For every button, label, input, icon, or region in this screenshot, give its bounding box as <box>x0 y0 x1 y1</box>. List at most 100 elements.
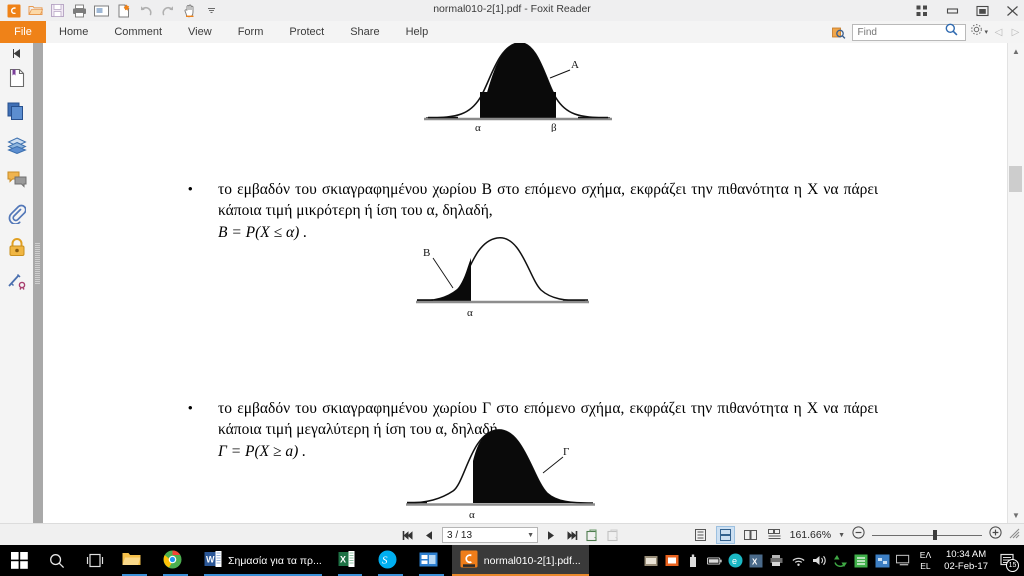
tray-display-icon[interactable] <box>895 553 911 568</box>
taskbar-search-button[interactable] <box>38 545 76 576</box>
find-next-button[interactable]: ▷ <box>1009 25 1022 40</box>
word-icon: W <box>204 550 222 571</box>
search-scope-icon[interactable] <box>831 25 846 40</box>
zoom-slider-thumb[interactable] <box>933 530 937 540</box>
sidebar-splitter[interactable] <box>33 43 43 533</box>
scroll-up-button[interactable]: ▲ <box>1008 43 1024 59</box>
tab-form[interactable]: Form <box>225 21 277 43</box>
vertical-scrollbar[interactable]: ▲ ▼ <box>1007 43 1024 523</box>
start-button[interactable] <box>0 545 38 576</box>
facing-view-icon[interactable] <box>742 527 759 543</box>
zoom-dropdown-icon[interactable]: ▼ <box>838 532 845 539</box>
expand-panel-icon[interactable] <box>0 43 33 63</box>
foxit-logo-icon[interactable] <box>4 2 23 20</box>
page-number-field[interactable]: 3 / 13 ▼ <box>442 527 538 543</box>
resize-grip-icon[interactable] <box>1009 526 1020 544</box>
chevron-down-icon[interactable]: ▼ <box>527 532 537 539</box>
restore-grid-icon[interactable] <box>914 3 930 19</box>
sidebar-item-layers[interactable] <box>4 131 30 165</box>
tab-file[interactable]: File <box>0 21 46 43</box>
tray-sync-icon[interactable] <box>833 553 848 568</box>
previous-page-icon[interactable] <box>421 527 437 543</box>
next-page-icon[interactable] <box>543 527 559 543</box>
tray-network-icon[interactable] <box>875 553 890 568</box>
skype-icon: S <box>378 550 397 572</box>
first-page-icon[interactable] <box>400 527 416 543</box>
tray-excel-icon[interactable]: X <box>749 553 764 568</box>
taskbar-word[interactable]: W Σημασία για τα πρ... <box>196 545 330 576</box>
tray-printer-icon[interactable] <box>770 553 785 568</box>
taskbar-excel[interactable]: X <box>330 545 370 576</box>
tray-onedrive-icon[interactable]: e <box>728 553 743 568</box>
zoom-in-icon[interactable] <box>989 526 1002 544</box>
gear-icon[interactable] <box>970 23 983 41</box>
email-icon[interactable] <box>92 2 111 20</box>
tray-notes-icon[interactable] <box>854 553 869 568</box>
figure-a-label: A <box>571 59 579 71</box>
language-indicator[interactable]: ΕΛ EL <box>920 550 931 572</box>
sidebar-item-bookmarks[interactable] <box>4 63 30 97</box>
tab-protect[interactable]: Protect <box>276 21 337 43</box>
sidebar-item-security[interactable] <box>4 233 30 267</box>
last-page-icon[interactable] <box>564 527 580 543</box>
taskbar-skype[interactable]: S <box>370 545 411 576</box>
rotate-view-icon[interactable] <box>585 527 601 543</box>
document-view[interactable]: A α β • το εμβαδόν του σκιαγραφημένου χω… <box>43 43 1008 523</box>
zoom-slider[interactable] <box>872 529 982 541</box>
taskbar-store[interactable] <box>411 545 452 576</box>
tray-security-icon[interactable] <box>665 553 680 568</box>
foxit-icon <box>460 550 478 571</box>
customize-caret-icon[interactable] <box>202 2 221 20</box>
sidebar-item-pages[interactable] <box>4 97 30 131</box>
copy-view-icon[interactable] <box>606 527 622 543</box>
page-navigation: 3 / 13 ▼ <box>400 524 622 546</box>
single-page-view-icon[interactable] <box>692 527 709 543</box>
search-settings[interactable]: ▾ <box>970 23 988 41</box>
security-panel-icon <box>8 238 26 262</box>
task-view-button[interactable] <box>76 545 114 576</box>
scrollbar-thumb[interactable] <box>1009 166 1022 192</box>
search-box[interactable] <box>852 23 967 41</box>
taskbar-file-explorer[interactable] <box>114 545 155 576</box>
sidebar-item-attachments[interactable] <box>4 199 30 233</box>
tray-battery-icon[interactable] <box>706 553 722 568</box>
tray-usb-icon[interactable] <box>686 553 701 568</box>
figure-b-tick-left: α <box>467 307 473 319</box>
sidebar-item-comments[interactable] <box>4 165 30 199</box>
tray-app-icon[interactable] <box>644 553 659 568</box>
continuous-view-icon[interactable] <box>715 526 735 544</box>
tab-help[interactable]: Help <box>393 21 442 43</box>
tab-home[interactable]: Home <box>46 21 101 43</box>
chevron-down-icon[interactable]: ▾ <box>984 28 988 36</box>
hand-tool-icon[interactable] <box>180 2 199 20</box>
continuous-facing-view-icon[interactable] <box>766 527 783 543</box>
tray-wifi-icon[interactable] <box>791 553 806 568</box>
new-document-icon[interactable] <box>114 2 133 20</box>
find-previous-button[interactable]: ◁ <box>992 25 1005 40</box>
svg-text:W: W <box>206 555 215 565</box>
save-icon[interactable] <box>48 2 67 20</box>
zoom-out-icon[interactable] <box>852 526 865 544</box>
taskbar-chrome[interactable] <box>155 545 196 576</box>
print-icon[interactable] <box>70 2 89 20</box>
search-icon[interactable] <box>945 23 958 41</box>
clock[interactable]: 10:34 AM 02-Feb-17 <box>944 549 988 573</box>
taskbar-foxit[interactable]: normal010-2[1].pdf... <box>451 545 589 576</box>
scroll-down-button[interactable]: ▼ <box>1008 507 1024 523</box>
notification-center-button[interactable]: 15 <box>998 550 1019 572</box>
redo-icon[interactable] <box>158 2 177 20</box>
close-icon[interactable] <box>1004 3 1020 19</box>
minimize-icon[interactable] <box>944 3 960 19</box>
splitter-grip[interactable] <box>35 243 40 285</box>
bullet-b: • <box>188 181 193 196</box>
sidebar-item-signatures[interactable] <box>4 267 30 301</box>
figure-gamma-tick-left: α <box>469 509 475 520</box>
search-input[interactable] <box>855 24 946 40</box>
tab-view[interactable]: View <box>175 21 225 43</box>
tab-share[interactable]: Share <box>337 21 392 43</box>
open-folder-icon[interactable] <box>26 2 45 20</box>
tab-comment[interactable]: Comment <box>101 21 175 43</box>
tray-volume-icon[interactable] <box>812 553 827 568</box>
maximize-icon[interactable] <box>974 3 990 19</box>
undo-icon[interactable] <box>136 2 155 20</box>
